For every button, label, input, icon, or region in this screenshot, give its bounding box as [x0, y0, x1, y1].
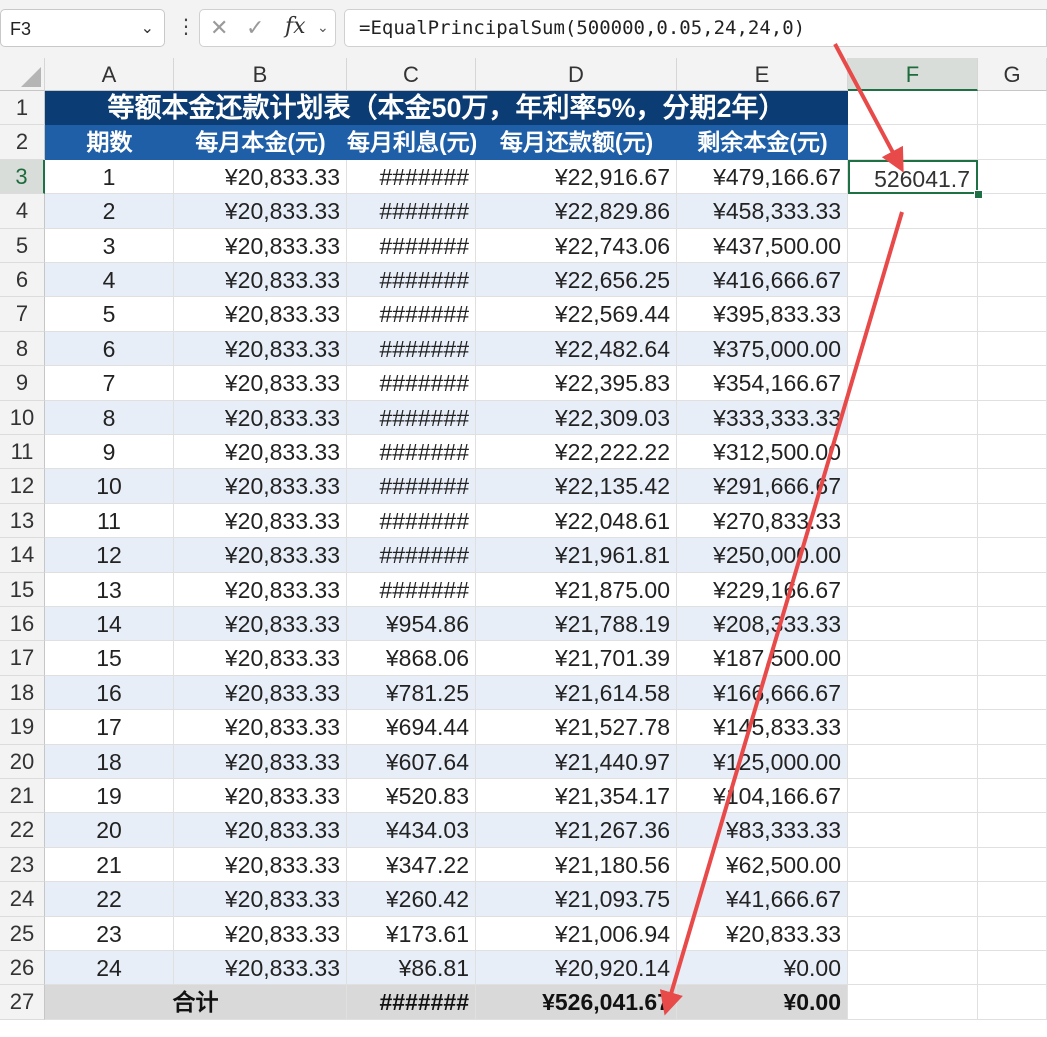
annotation-arrows	[659, 43, 904, 1016]
arrow-formula-to-cell	[833, 43, 904, 173]
arrow-cell-to-total	[659, 211, 904, 1016]
